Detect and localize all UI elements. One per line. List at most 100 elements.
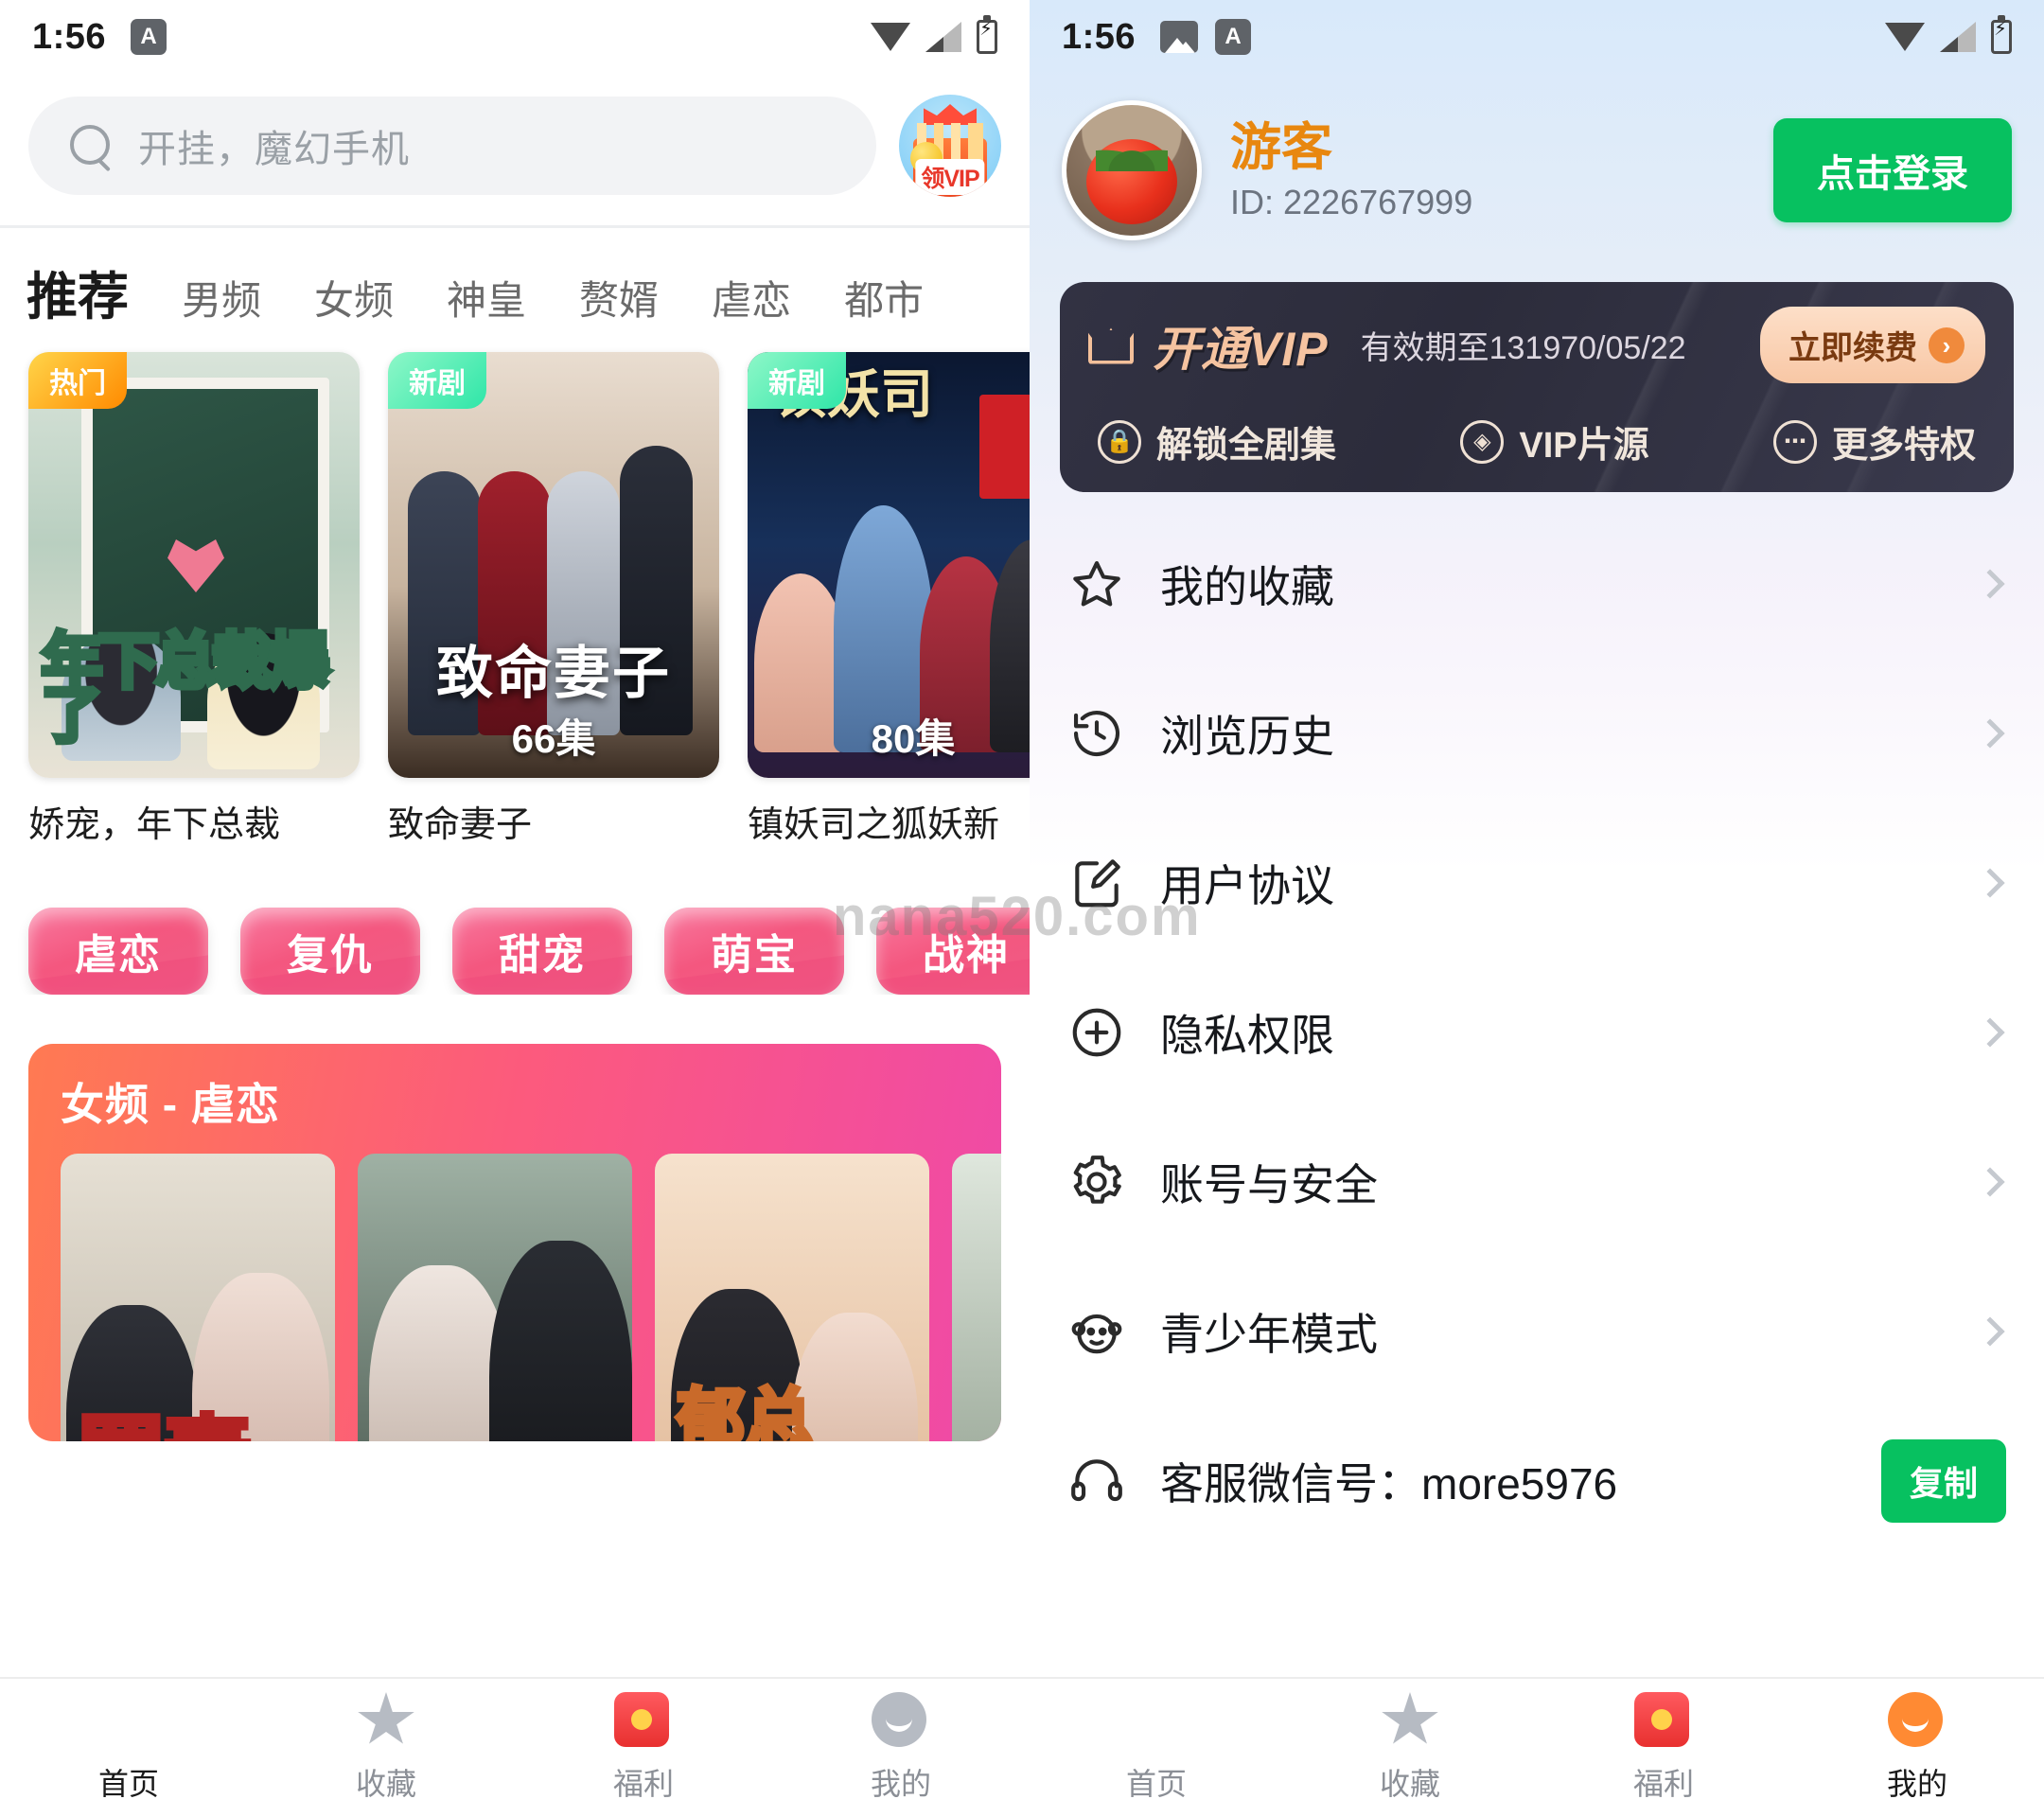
gift-icon — [614, 1692, 669, 1747]
tab-shenhuang[interactable]: 神皇 — [447, 269, 526, 326]
tab-mine-label: 我的 — [870, 1767, 931, 1801]
vip-expiry-text: 有效期至131970/05/22 — [1360, 330, 1686, 366]
menu-item-label: 用户协议 — [1160, 861, 1334, 910]
left-bottom-tab-bar: 首页 收藏 福利 我的 — [0, 1677, 1030, 1817]
tab-favorites[interactable]: 收藏 — [1283, 1692, 1537, 1804]
tab-benefits[interactable]: 福利 — [515, 1692, 772, 1804]
menu-item-label: 账号与安全 — [1160, 1160, 1378, 1209]
poster-episode-count: 80集 — [871, 716, 956, 761]
poster-card[interactable]: 镇妖司 新剧 80集 镇妖司之狐妖新 — [748, 352, 1030, 847]
status-left-icons: A — [131, 19, 167, 55]
poster-tag: 新剧 — [748, 352, 846, 409]
menu-item-teen-mode[interactable]: 青少年模式 — [1030, 1257, 2044, 1406]
profile-name: 游客 — [1230, 118, 1332, 176]
person-icon — [872, 1692, 926, 1747]
poster-art-text: 致命妻子 — [436, 642, 671, 705]
tab-home-label: 首页 — [97, 1767, 159, 1801]
vip-feature-label: 更多特权 — [1831, 426, 1976, 466]
tab-nanpin[interactable]: 男频 — [182, 269, 261, 326]
tab-tuijian[interactable]: 推荐 — [26, 255, 129, 329]
tab-zhuixu[interactable]: 赘婿 — [579, 269, 659, 326]
section-poster-card[interactable]: 慕总，嗜妻如命 — [358, 1154, 632, 1441]
battery-charging-icon — [1991, 15, 2012, 54]
menu-item-label: 浏览历史 — [1160, 712, 1334, 761]
section-poster-card[interactable]: 罪妻 75集 — [61, 1154, 335, 1441]
tab-home[interactable]: 首页 — [1030, 1692, 1283, 1804]
vip-claim-button[interactable]: 领VIP — [899, 95, 1001, 197]
section-poster-art — [952, 1154, 1001, 1441]
menu-item-customer-service[interactable]: 客服微信号：more5976 复制 — [1030, 1406, 2044, 1556]
search-row: 开挂，魔幻手机 领VIP — [0, 74, 1030, 225]
more-icon: ⋯ — [1772, 419, 1817, 464]
section-poster-row: 罪妻 75集 慕总，嗜妻如命 郁总 离婚协议请签收 75集 — [28, 1154, 1001, 1441]
vip-banner[interactable]: 开通VIP 有效期至131970/05/22 立即续费 › 🔒 解锁全剧集 ◈ … — [1060, 282, 2014, 492]
poster-title: 镇妖司之狐妖新 — [748, 805, 1000, 845]
tab-home[interactable]: 首页 — [0, 1692, 257, 1804]
menu-item-account-security[interactable]: 账号与安全 — [1030, 1107, 2044, 1257]
menu-item-favorites[interactable]: 我的收藏 — [1030, 509, 2044, 659]
tab-favorites-label: 收藏 — [355, 1767, 416, 1801]
search-input[interactable]: 开挂，魔幻手机 — [28, 97, 876, 195]
edit-doc-icon — [1075, 859, 1120, 908]
tab-mine-label: 我的 — [1886, 1767, 1947, 1801]
renew-button[interactable]: 立即续费 › — [1760, 307, 1985, 383]
poster-tag: 新剧 — [388, 352, 486, 409]
chip-label: 复仇 — [287, 932, 374, 979]
poster-thumbnail[interactable]: 镇妖司 新剧 80集 — [748, 352, 1030, 778]
tab-dushi[interactable]: 都市 — [844, 269, 924, 326]
chevron-right-icon — [1975, 1017, 2005, 1048]
star-icon — [1382, 1692, 1438, 1744]
tab-mine[interactable]: 我的 — [772, 1692, 1030, 1804]
tab-nuelian[interactable]: 虐恋 — [712, 269, 791, 326]
chip-zhanshen[interactable]: 战神 — [876, 908, 1030, 995]
left-phone-home-screen: 1:56 A 开挂，魔幻手机 领VIP — [0, 0, 1030, 1817]
signal-icon — [925, 22, 961, 52]
star-outline-icon — [1073, 560, 1120, 607]
shield-plus-icon — [1072, 1008, 1121, 1057]
category-tab-bar: 推荐 男频 女频 神皇 赘婿 虐恋 都市 — [0, 228, 1030, 348]
poster-card[interactable]: 致命妻子 新剧 66集 致命妻子 — [388, 352, 719, 847]
chip-fuchou[interactable]: 复仇 — [240, 908, 420, 995]
crown-shape-icon — [924, 104, 977, 125]
menu-item-label: 隐私权限 — [1160, 1011, 1334, 1060]
tab-favorites[interactable]: 收藏 — [257, 1692, 515, 1804]
login-button[interactable]: 点击登录 — [1773, 118, 2012, 222]
a-badge-icon: A — [131, 19, 167, 55]
chip-label: 萌宝 — [711, 932, 798, 979]
lock-icon: 🔒 — [1098, 419, 1141, 464]
section-title: 女频 - 虐恋 — [61, 1080, 280, 1129]
status-left-icons: A — [1160, 19, 1252, 55]
person-icon — [1888, 1692, 1943, 1747]
vip-badge-label: 领VIP — [915, 159, 985, 195]
menu-item-history[interactable]: 浏览历史 — [1030, 659, 2044, 808]
poster-card[interactable]: 年下总裁爆了 热门 娇宠，年下总裁 — [28, 352, 360, 847]
copy-button[interactable]: 复制 — [1880, 1439, 2006, 1523]
section-poster-card[interactable] — [952, 1154, 1001, 1441]
chip-label: 虐恋 — [75, 932, 162, 979]
poster-tag: 热门 — [28, 352, 127, 409]
poster-thumbnail[interactable]: 年下总裁爆了 热门 — [28, 352, 360, 778]
gift-icon — [1634, 1692, 1689, 1747]
tab-benefits[interactable]: 福利 — [1537, 1692, 1790, 1804]
right-bottom-tab-bar: 首页 收藏 福利 我的 — [1030, 1677, 2044, 1817]
genre-chip-row: 虐恋 复仇 甜宠 萌宝 战神 — [0, 847, 1030, 995]
menu-item-user-agreement[interactable]: 用户协议 — [1030, 808, 2044, 958]
chip-nuelian[interactable]: 虐恋 — [28, 908, 208, 995]
tab-benefits-label: 福利 — [612, 1767, 674, 1801]
chip-label: 甜宠 — [499, 932, 586, 979]
tab-nvpin[interactable]: 女频 — [314, 269, 394, 326]
vip-feature-unlock: 🔒 解锁全剧集 — [1098, 415, 1336, 467]
right-status-bar: 1:56 A — [1030, 0, 2044, 74]
wifi-icon — [871, 23, 910, 51]
section-poster-card[interactable]: 郁总 离婚协议请签收 75集 — [655, 1154, 929, 1441]
chip-mengbao[interactable]: 萌宝 — [664, 908, 844, 995]
menu-item-privacy[interactable]: 隐私权限 — [1030, 958, 2044, 1107]
poster-thumbnail[interactable]: 致命妻子 新剧 66集 — [388, 352, 719, 778]
profile-menu-list: 我的收藏 浏览历史 用户协议 隐私权限 账号与安全 青少年模式 客服微信号：mo… — [1030, 509, 2044, 1556]
chip-tianchong[interactable]: 甜宠 — [452, 908, 632, 995]
tab-mine[interactable]: 我的 — [1790, 1692, 2044, 1804]
recommended-poster-row: 年下总裁爆了 热门 娇宠，年下总裁 致命妻子 新剧 66集 致命妻子 镇妖司 新… — [0, 348, 1030, 847]
poster-art-text: 年下总裁爆了 — [39, 626, 332, 750]
renew-button-label: 立即续费 — [1788, 330, 1917, 366]
avatar[interactable] — [1062, 100, 1202, 240]
